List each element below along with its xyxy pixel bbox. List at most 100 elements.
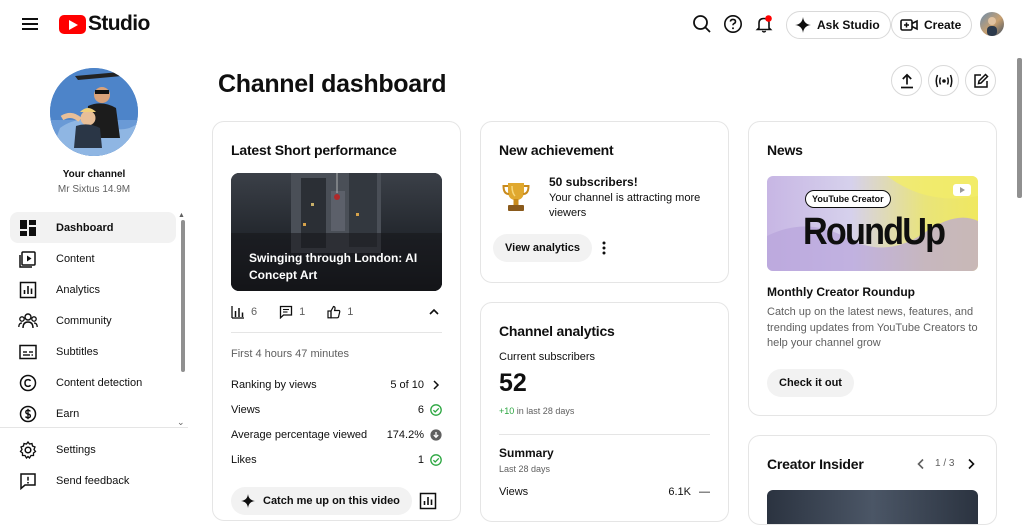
main-scrollbar[interactable] bbox=[1017, 58, 1022, 198]
catch-me-up-button[interactable]: Catch me up on this video bbox=[231, 487, 412, 515]
dashboard-icon bbox=[18, 218, 38, 238]
subscriber-change-value: +10 bbox=[499, 406, 515, 416]
pager-text: 1 / 3 bbox=[935, 458, 955, 469]
latest-short-card: Latest Short performance Swinging throug… bbox=[212, 121, 461, 521]
channel-name: Mr Sixtus 14.9M bbox=[57, 184, 131, 195]
view-analytics-button[interactable]: View analytics bbox=[493, 234, 593, 262]
short-thumbnail[interactable]: Swinging through London: AI Concept Art bbox=[231, 173, 442, 291]
sidebar-item-label: Analytics bbox=[56, 283, 101, 296]
sidebar-item-dashboard[interactable]: Dashboard bbox=[10, 212, 176, 243]
sidebar: Your channel Mr Sixtus 14.9M Dashboard C… bbox=[0, 50, 188, 503]
creator-roundup-image[interactable]: YouTube Creator RoundUp bbox=[767, 176, 978, 271]
sidebar-item-analytics[interactable]: Analytics bbox=[10, 274, 176, 305]
more-options-icon[interactable] bbox=[599, 239, 609, 257]
row-value: 1 bbox=[417, 454, 424, 466]
subtitles-icon bbox=[18, 342, 38, 362]
main-content: Channel dashboard Latest Short performan… bbox=[188, 50, 1024, 525]
views-stat: 6 bbox=[231, 305, 257, 319]
help-icon[interactable] bbox=[721, 12, 745, 36]
divider bbox=[231, 332, 442, 333]
sidebar-item-label: Earn bbox=[56, 407, 80, 420]
row-label: Likes bbox=[231, 454, 257, 466]
channel-label: Your channel bbox=[62, 169, 126, 180]
latest-short-title: Latest Short performance bbox=[231, 142, 397, 158]
achievement-description: Your channel is attracting more viewers bbox=[549, 192, 701, 219]
check-it-out-label: Check it out bbox=[779, 377, 842, 389]
short-quick-stats: 6 1 1 bbox=[231, 302, 375, 322]
menu-icon[interactable] bbox=[19, 14, 41, 36]
trophy-icon bbox=[502, 181, 530, 213]
ask-studio-button[interactable]: Ask Studio bbox=[786, 11, 891, 39]
row-value: 6.1K bbox=[668, 486, 691, 498]
scroll-up-arrow[interactable]: ▲ bbox=[178, 212, 185, 219]
chevron-right-icon bbox=[433, 380, 440, 390]
bar-chart-icon bbox=[231, 306, 244, 319]
sidebar-divider bbox=[0, 427, 188, 428]
sidebar-item-community[interactable]: Community bbox=[10, 305, 176, 336]
sparkle-icon bbox=[795, 17, 811, 33]
creator-insider-thumbnail[interactable] bbox=[767, 490, 978, 524]
go-live-button[interactable] bbox=[928, 65, 959, 96]
achievement-card: New achievement 50 subscribers! Your cha… bbox=[480, 121, 729, 283]
chevron-left-icon[interactable] bbox=[914, 457, 928, 471]
summary-period: Last 28 days bbox=[499, 464, 551, 474]
ranking-row[interactable]: Ranking by views 5 of 10 bbox=[231, 377, 442, 393]
sidebar-item-earn[interactable]: Earn bbox=[10, 398, 176, 429]
views-count: 6 bbox=[251, 306, 258, 318]
upload-button[interactable] bbox=[891, 65, 922, 96]
roundup-image-text: RoundUp bbox=[803, 211, 946, 253]
search-icon[interactable] bbox=[690, 12, 714, 36]
views-row: Views 6 bbox=[231, 402, 442, 418]
view-analytics-label: View analytics bbox=[505, 242, 581, 254]
likes-stat: 1 bbox=[327, 305, 353, 319]
create-button[interactable]: Create bbox=[891, 11, 973, 39]
sidebar-item-send-feedback[interactable]: Send feedback bbox=[10, 465, 176, 496]
sidebar-item-label: Subtitles bbox=[56, 345, 99, 358]
sidebar-item-label: Send feedback bbox=[56, 474, 130, 487]
sparkle-icon bbox=[241, 494, 255, 508]
channel-avatar[interactable] bbox=[50, 68, 138, 156]
create-post-button[interactable] bbox=[965, 65, 996, 96]
account-avatar[interactable] bbox=[980, 12, 1004, 36]
chevron-up-icon[interactable] bbox=[427, 305, 441, 319]
sidebar-nav: Dashboard Content Analytics Community Su… bbox=[10, 212, 176, 429]
create-label: Create bbox=[924, 18, 962, 32]
chevron-right-icon[interactable] bbox=[964, 457, 978, 471]
channel-analytics-title: Channel analytics bbox=[499, 323, 615, 339]
row-value: 5 of 10 bbox=[390, 379, 424, 391]
sidebar-scrollbar[interactable] bbox=[181, 220, 185, 372]
ask-studio-label: Ask Studio bbox=[817, 18, 880, 32]
avg-percentage-row: Average percentage viewed 174.2% bbox=[231, 427, 442, 443]
youtube-creator-badge: YouTube Creator bbox=[805, 190, 891, 208]
sidebar-bottom-nav: Settings Send feedback bbox=[10, 434, 176, 496]
catch-me-up-label: Catch me up on this video bbox=[263, 495, 400, 507]
analytics-icon[interactable] bbox=[419, 492, 437, 510]
studio-logo[interactable]: Studio bbox=[59, 12, 150, 36]
sidebar-item-label: Settings bbox=[56, 443, 96, 456]
news-title: News bbox=[767, 142, 803, 158]
feedback-icon bbox=[18, 471, 38, 491]
sidebar-item-content-detection[interactable]: Content detection bbox=[10, 367, 176, 398]
summary-views-row: Views 6.1K — bbox=[499, 484, 710, 500]
copyright-icon bbox=[18, 373, 38, 393]
subscriber-change-period: in last 28 days bbox=[516, 406, 575, 416]
sidebar-item-subtitles[interactable]: Subtitles bbox=[10, 336, 176, 367]
sidebar-item-settings[interactable]: Settings bbox=[10, 434, 176, 465]
subscribers-count: 52 bbox=[499, 369, 527, 397]
creator-insider-title: Creator Insider bbox=[767, 456, 864, 472]
channel-analytics-card: Channel analytics Current subscribers 52… bbox=[480, 302, 729, 522]
youtube-play-icon bbox=[59, 14, 86, 34]
create-video-icon bbox=[900, 19, 918, 31]
check-circle-icon bbox=[430, 454, 442, 466]
subscriber-change: +10 in last 28 days bbox=[499, 406, 574, 416]
sidebar-item-label: Content detection bbox=[56, 376, 143, 389]
achievement-headline: 50 subscribers! bbox=[549, 175, 638, 189]
comments-count: 1 bbox=[299, 306, 306, 318]
check-circle-icon bbox=[430, 404, 442, 416]
sidebar-item-content[interactable]: Content bbox=[10, 243, 176, 274]
community-icon bbox=[18, 311, 38, 331]
row-value: 174.2% bbox=[386, 429, 424, 441]
live-broadcast-icon bbox=[935, 74, 952, 87]
notifications-icon[interactable] bbox=[752, 12, 776, 36]
check-it-out-button[interactable]: Check it out bbox=[767, 369, 854, 397]
